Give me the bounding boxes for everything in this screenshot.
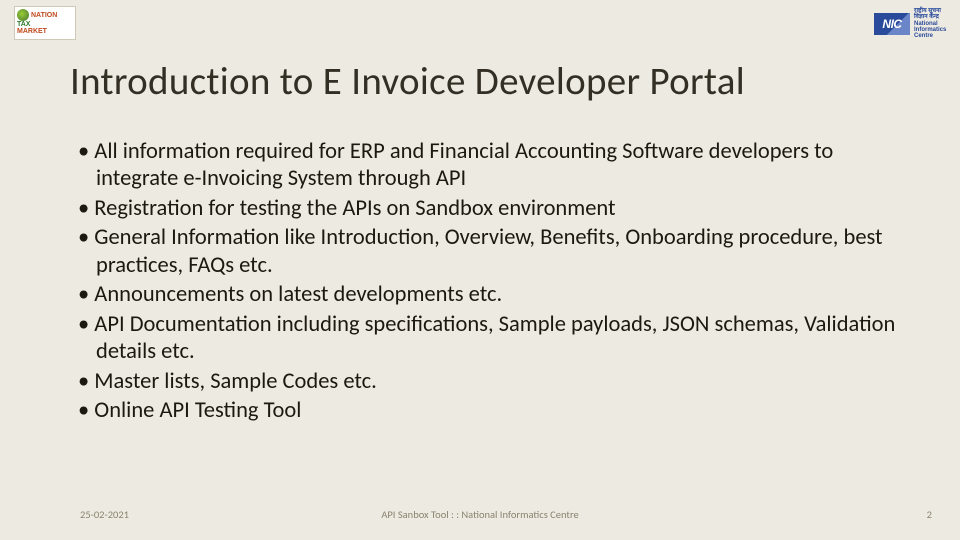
bullet-list: All information required for ERP and Fin… [78,138,900,424]
nic-logo-abbr: NIC [874,13,910,35]
ntm-word-nation: NATION [31,12,57,19]
footer-center: API Sanbox Tool : : National Informatics… [0,508,960,521]
slide-footer: 25-02-2021 API Sanbox Tool : : National … [0,508,960,524]
list-item: Registration for testing the APIs on San… [78,195,900,222]
list-item: Master lists, Sample Codes etc. [78,368,900,395]
list-item: All information required for ERP and Fin… [78,138,900,193]
ntm-globe-icon [17,9,29,21]
slide-title: Introduction to E Invoice Developer Port… [70,58,920,105]
list-item: Announcements on latest developments etc… [78,281,900,308]
list-item: Online API Testing Tool [78,397,900,424]
slide: NATION TAX MARKET NIC राष्ट्रीय सूचना वि… [0,0,960,540]
ntm-word-tax: TAX [17,21,30,28]
nation-tax-market-logo: NATION TAX MARKET [14,6,76,40]
nic-logo: NIC राष्ट्रीय सूचना विज्ञान केन्द्र Nati… [874,8,948,39]
ntm-word-market: MARKET [17,28,47,35]
list-item: General Information like Introduction, O… [78,224,900,279]
list-item: API Documentation including specificatio… [78,311,900,366]
slide-body: All information required for ERP and Fin… [78,138,900,426]
footer-page-number: 2 [927,508,932,521]
nic-logo-full: राष्ट्रीय सूचना विज्ञान केन्द्र National… [914,8,948,39]
